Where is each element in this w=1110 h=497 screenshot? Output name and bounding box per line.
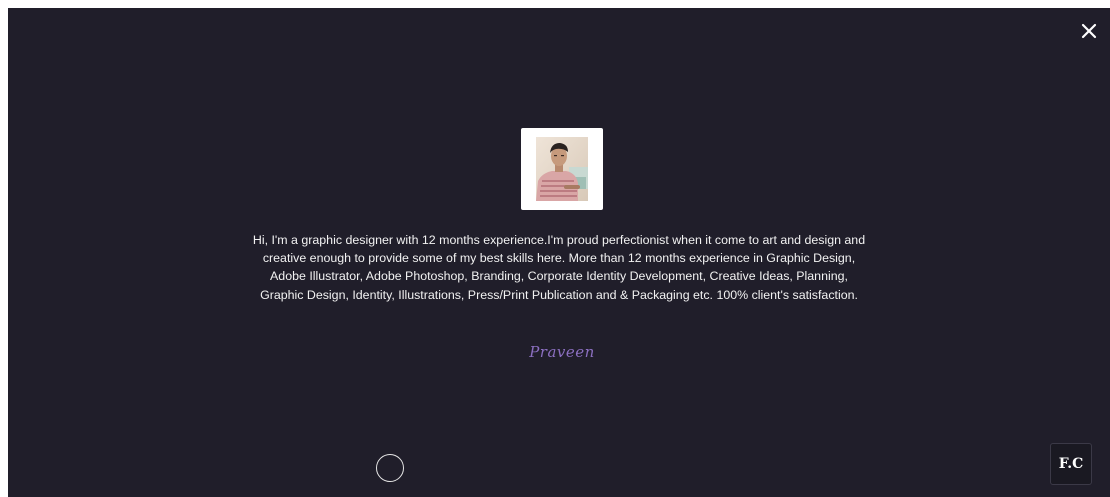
bio-text: Hi, I'm a graphic designer with 12 month… — [252, 233, 866, 302]
about-overlay: Hi, I'm a graphic designer with 12 month… — [8, 8, 1110, 497]
signature: Praveen — [529, 343, 595, 361]
close-icon — [1081, 23, 1097, 39]
close-button[interactable] — [1079, 21, 1099, 41]
avatar — [521, 128, 603, 210]
circle-cursor-icon — [376, 454, 404, 482]
profile-photo — [536, 137, 588, 201]
logo-badge[interactable]: F.C — [1050, 443, 1092, 485]
